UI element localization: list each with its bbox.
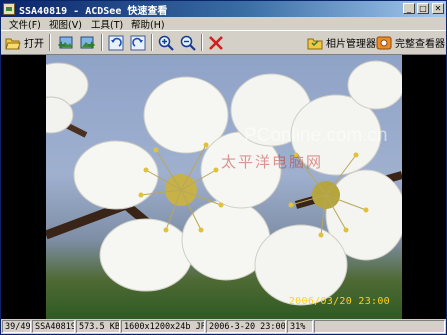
rotate-right-button[interactable] bbox=[130, 33, 146, 52]
menu-help[interactable]: 帮助(H) bbox=[129, 17, 167, 31]
photo-date-stamp: 2006/03/20 23:00 bbox=[288, 296, 390, 307]
status-filesize: 573.5 KB bbox=[76, 320, 120, 333]
rotate-left-button[interactable] bbox=[108, 33, 124, 52]
zoom-out-button[interactable] bbox=[180, 33, 196, 52]
maximize-button[interactable]: □ bbox=[417, 3, 429, 14]
toolbar: 打开 相片管理器 完整查看器 bbox=[1, 30, 446, 55]
photo-manager-button[interactable]: 相片管理器 bbox=[307, 33, 376, 52]
status-bar: 39/49 SSA40819 573.5 KB 1600x1200x24b JP… bbox=[1, 319, 446, 334]
open-button[interactable]: 打开 bbox=[5, 33, 44, 52]
folder-open-icon bbox=[5, 35, 21, 51]
status-zoom: 31% bbox=[287, 320, 313, 333]
photo-manager-icon bbox=[307, 35, 323, 51]
image-viewer[interactable]: PConline.com.cn 太平洋电脑网 2006/03/20 23:00 bbox=[1, 55, 446, 319]
menu-bar: 文件(F) 视图(V) 工具(T) 帮助(H) bbox=[1, 17, 446, 31]
delete-icon bbox=[208, 35, 224, 51]
flower-photo bbox=[46, 60, 402, 306]
acdsee-window: SSA40819 - ACDSee 快速查看 _ □ ✕ 文件(F) 视图(V)… bbox=[0, 0, 447, 335]
watermark-cn: 太平洋电脑网 bbox=[221, 153, 324, 171]
menu-view[interactable]: 视图(V) bbox=[47, 17, 84, 31]
zoom-in-icon bbox=[158, 35, 174, 51]
previous-image-button[interactable] bbox=[57, 33, 73, 52]
open-label: 打开 bbox=[24, 39, 44, 50]
menu-file[interactable]: 文件(F) bbox=[7, 17, 43, 31]
next-image-button[interactable] bbox=[80, 33, 96, 52]
full-viewer-label: 完整查看器 bbox=[395, 39, 445, 50]
window-title: SSA40819 - ACDSee 快速查看 bbox=[19, 6, 168, 17]
zoom-in-button[interactable] bbox=[158, 33, 174, 52]
status-dimensions: 1600x1200x24b JPEG bbox=[121, 320, 205, 333]
photo-manager-label: 相片管理器 bbox=[326, 39, 376, 50]
rotate-left-icon bbox=[108, 35, 124, 51]
status-position: 39/49 bbox=[2, 320, 31, 333]
close-button[interactable]: ✕ bbox=[432, 3, 444, 14]
previous-image-icon bbox=[57, 35, 73, 51]
full-viewer-button[interactable]: 完整查看器 bbox=[376, 33, 445, 52]
rotate-right-icon bbox=[130, 35, 146, 51]
menu-tools[interactable]: 工具(T) bbox=[89, 17, 125, 31]
title-bar[interactable]: SSA40819 - ACDSee 快速查看 _ □ ✕ bbox=[1, 1, 446, 17]
toolbar-separator bbox=[101, 34, 103, 51]
minimize-button[interactable]: _ bbox=[403, 3, 415, 14]
photo: PConline.com.cn 太平洋电脑网 2006/03/20 23:00 bbox=[46, 55, 402, 319]
watermark-site: PConline.com.cn bbox=[244, 125, 388, 146]
toolbar-separator bbox=[151, 34, 153, 51]
toolbar-separator bbox=[201, 34, 203, 51]
delete-button[interactable] bbox=[208, 33, 224, 52]
zoom-out-icon bbox=[180, 35, 196, 51]
next-image-icon bbox=[80, 35, 96, 51]
full-viewer-icon bbox=[376, 35, 392, 51]
status-empty bbox=[314, 320, 445, 333]
status-filename: SSA40819 bbox=[32, 320, 75, 333]
toolbar-separator bbox=[49, 34, 51, 51]
app-icon[interactable] bbox=[3, 3, 15, 15]
status-datetime: 2006-3-20 23:00:08 bbox=[206, 320, 286, 333]
